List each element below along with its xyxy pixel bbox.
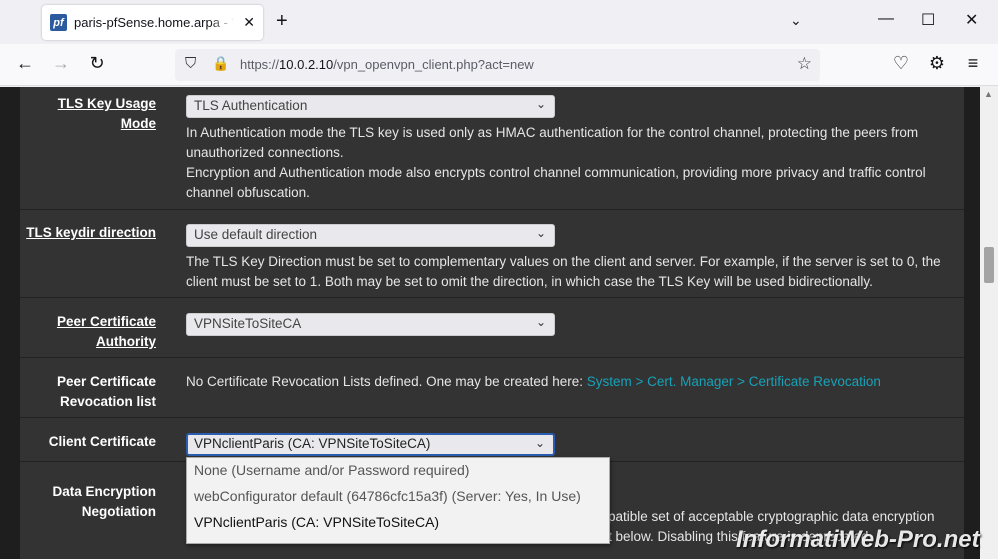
url-bar[interactable]: ⛉ 🔒 https://10.0.2.10/vpn_openvpn_client… <box>175 49 820 81</box>
client-cert-label: Client Certificate <box>48 434 156 449</box>
back-icon[interactable]: ← <box>13 53 37 74</box>
extensions-icon[interactable]: ⚙ <box>925 53 949 74</box>
url-text[interactable]: https://10.0.2.10/vpn_openvpn_client.php… <box>240 57 534 72</box>
navigation-toolbar: ← → ↻ ⛉ 🔒 https://10.0.2.10/vpn_openvpn_… <box>0 44 998 86</box>
tls-key-usage-select[interactable]: TLS Authentication ⌄ <box>186 95 555 118</box>
chevron-down-icon: ⌄ <box>534 436 545 450</box>
client-cert-row: Client Certificate VPNclientParis (CA: V… <box>20 418 964 462</box>
tab-title: paris-pfSense.home.arpa - VPN: OpenVPN: … <box>74 15 234 30</box>
list-all-tabs-icon[interactable]: ⌄ <box>790 12 802 29</box>
reload-icon[interactable]: ↻ <box>85 53 109 74</box>
certificate-revocation-link[interactable]: System > Cert. Manager > Certificate Rev… <box>587 374 881 389</box>
tls-key-usage-label[interactable]: TLS Key Usage Mode <box>20 94 156 134</box>
new-tab-icon[interactable]: + <box>276 10 288 32</box>
peer-crl-text: No Certificate Revocation Lists defined.… <box>186 374 881 389</box>
data-encryption-label: Data Encryption Negotiation <box>52 484 156 519</box>
forward-icon[interactable]: → <box>49 53 73 74</box>
tls-keydir-label[interactable]: TLS keydir direction <box>20 223 156 243</box>
peer-ca-select[interactable]: VPNSiteToSiteCA ⌄ <box>186 313 555 336</box>
peer-ca-row: Peer Certificate Authority VPNSiteToSite… <box>20 298 964 358</box>
site-lock-icon[interactable]: 🔒 <box>212 55 229 72</box>
tracking-protection-shield-icon[interactable]: ⛉ <box>185 55 196 72</box>
app-menu-icon[interactable]: ≡ <box>961 53 985 74</box>
bookmark-star-icon[interactable]: ☆ <box>797 54 812 74</box>
peer-crl-label: Peer Certificate Revocation list <box>56 374 156 409</box>
client-cert-option-selected[interactable]: VPNclientParis (CA: VPNSiteToSiteCA) <box>187 510 609 536</box>
client-cert-select[interactable]: VPNclientParis (CA: VPNSiteToSiteCA) ⌄ <box>186 433 555 456</box>
tls-key-usage-row: TLS Key Usage Mode TLS Authentication ⌄ I… <box>20 87 964 210</box>
browser-tab-active[interactable]: pf paris-pfSense.home.arpa - VPN: OpenVP… <box>42 5 263 40</box>
tls-keydir-help: The TLS Key Direction must be set to com… <box>186 254 941 289</box>
tls-keydir-select[interactable]: Use default direction ⌄ <box>186 224 555 247</box>
data-encryption-help-1: patible set of acceptable cryptographic … <box>608 509 935 524</box>
watermark-logo: InformatiWeb-Pro.net <box>736 526 980 553</box>
chevron-down-icon: ⌄ <box>535 97 546 111</box>
tls-key-usage-help-2: Encryption and Authentication mode also … <box>186 165 926 200</box>
minimize-icon[interactable]: — <box>878 10 894 28</box>
client-cert-option[interactable]: webConfigurator default (64786cfc15a3f) … <box>187 484 609 510</box>
pfsense-favicon-icon: pf <box>50 14 67 31</box>
close-tab-icon[interactable]: ✕ <box>243 14 255 31</box>
maximize-icon[interactable]: ☐ <box>921 10 935 30</box>
tls-keydir-row: TLS keydir direction Use default directi… <box>20 210 964 298</box>
close-window-icon[interactable]: ✕ <box>965 10 978 30</box>
scroll-up-arrow-icon[interactable]: ▲ <box>984 89 993 99</box>
client-cert-dropdown-list: None (Username and/or Password required)… <box>186 457 610 544</box>
page-scrollbar[interactable]: ▲ <box>980 87 998 559</box>
scrollbar-thumb[interactable] <box>984 247 994 283</box>
peer-ca-label[interactable]: Peer Certificate Authority <box>20 312 156 352</box>
chevron-down-icon: ⌄ <box>535 226 546 240</box>
tls-key-usage-help-1: In Authentication mode the TLS key is us… <box>186 125 919 160</box>
client-cert-option[interactable]: None (Username and/or Password required) <box>187 458 609 484</box>
chevron-down-icon: ⌄ <box>535 315 546 329</box>
peer-crl-row: Peer Certificate Revocation list No Cert… <box>20 358 964 418</box>
pocket-icon[interactable]: ♡ <box>889 53 913 74</box>
tab-strip: pf paris-pfSense.home.arpa - VPN: OpenVP… <box>0 0 998 44</box>
